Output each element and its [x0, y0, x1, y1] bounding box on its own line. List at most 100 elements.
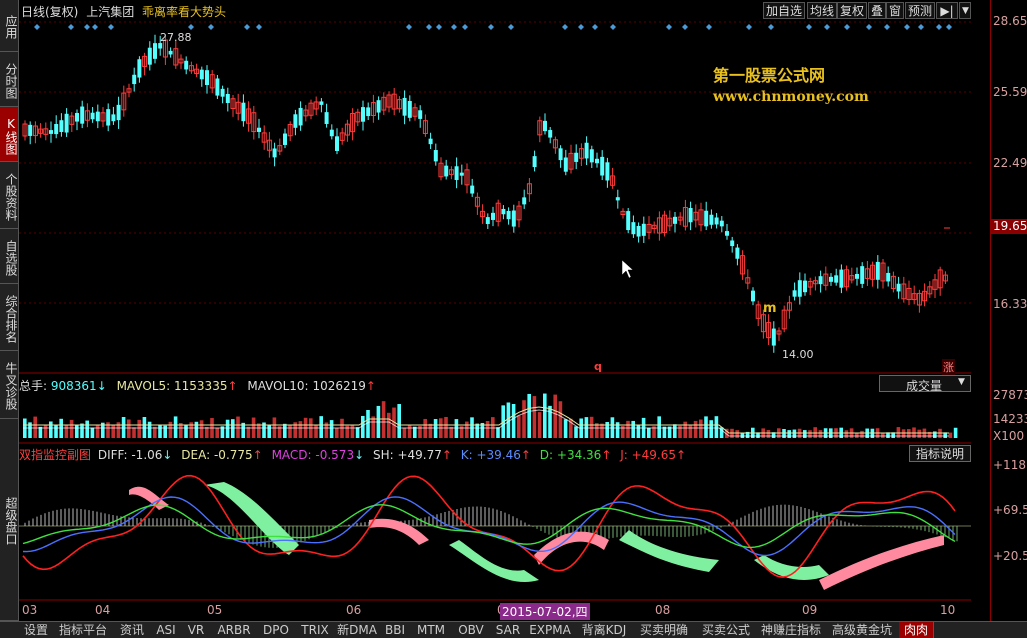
up-arrow-icon: ↑ — [601, 448, 612, 462]
candle-body — [501, 208, 506, 215]
bottom-tab[interactable]: 高级黄金坑 — [825, 622, 900, 638]
volume-bar — [69, 419, 74, 438]
signal-diamond — [592, 24, 598, 30]
x-axis-month: 10 — [940, 603, 956, 617]
bottom-tab[interactable]: 资讯 — [113, 622, 152, 638]
volume-bar — [860, 430, 864, 438]
bottom-tab[interactable]: DPO — [257, 622, 296, 638]
signal-diamond — [578, 24, 584, 30]
x-axis-month: 06 — [346, 603, 362, 617]
volume-selector[interactable]: 成交量 ▼ — [879, 375, 971, 393]
down-arrow-icon: ↓ — [96, 379, 107, 393]
ribbon-green — [204, 482, 299, 555]
candle-body — [558, 148, 563, 161]
volume-bar — [236, 416, 240, 438]
volume-bar — [80, 423, 84, 438]
ribbon-pink — [534, 531, 609, 565]
bottom-tab[interactable]: 买卖明确 — [633, 622, 696, 638]
volume-bar — [553, 394, 557, 438]
volume-bar — [194, 421, 199, 438]
sidebar-tab-ranking[interactable]: 综合排名 — [0, 284, 18, 351]
indicator-header: 双指监控副图 DIFF: -1.06↓ DEA: -0.775↑ MACD: -… — [19, 446, 686, 463]
bottom-tab-bar: 设置 指标平台 资讯 ASI VR ARBR DPO TRIX 新DMA BBI MTM OBV SAR… — [0, 621, 1027, 638]
candle-body — [719, 220, 724, 227]
bottom-tab[interactable]: BBI — [379, 622, 412, 638]
volume-bar — [402, 427, 407, 438]
volume-bar — [319, 416, 323, 438]
volume-bar — [288, 424, 292, 438]
candle-body — [220, 88, 225, 97]
volume-bar — [574, 426, 578, 438]
volume-header: 总手: 908361↓ MAVOL5: 1153335↑ MAVOL10: 10… — [19, 377, 376, 394]
sidebar-tab-app[interactable]: 应用 — [0, 0, 18, 52]
sidebar-tab-intraday[interactable]: 分时图 — [0, 52, 18, 107]
bottom-tab[interactable]: ASI — [151, 622, 182, 638]
sidebar-tab-super-panel[interactable]: 超级盘口 — [0, 419, 18, 621]
sidebar-tab-kline[interactable]: K线图 — [0, 107, 18, 162]
volume-bar — [43, 424, 48, 438]
bottom-tab[interactable]: 新DMA — [335, 622, 380, 638]
bottom-tab[interactable]: MTM — [411, 622, 452, 638]
bottom-tab[interactable]: 设置 — [19, 622, 54, 638]
bottom-tab[interactable]: 神赚庄指标 — [757, 622, 826, 638]
signal-diamond — [108, 24, 114, 30]
candle-body — [168, 50, 173, 55]
mavol10-value: 1026219 — [312, 379, 366, 393]
candle-body — [641, 223, 646, 236]
bottom-tab[interactable]: EXPMA — [525, 622, 576, 638]
x-axis-month: 03 — [22, 603, 38, 617]
candle-body — [563, 157, 568, 172]
candle-body — [319, 101, 324, 105]
volume-bar — [350, 425, 355, 438]
j-value: J: +49.65 — [620, 448, 677, 462]
volume-bar — [465, 421, 469, 438]
candle-body — [459, 172, 464, 176]
volume-bar — [64, 425, 69, 438]
bottom-tab[interactable]: 指标平台 — [53, 622, 114, 638]
volume-bar — [709, 420, 713, 438]
k-value: K: +39.46 — [460, 448, 521, 462]
volume-bar — [475, 423, 479, 438]
candle-body — [725, 231, 729, 236]
volume-bar — [33, 416, 37, 438]
volume-total-value: 908361 — [50, 379, 97, 393]
volume-bar — [787, 430, 791, 438]
indicator-help-button[interactable]: 指标说明 — [909, 445, 971, 462]
candle-body — [600, 156, 605, 176]
bottom-tab[interactable]: OBV — [451, 622, 492, 638]
volume-axis-label: 14233 — [993, 412, 1027, 426]
volume-bar — [38, 426, 43, 438]
bottom-tab[interactable]: VR — [181, 622, 212, 638]
candle-body — [574, 152, 579, 162]
chart-canvas[interactable] — [19, 0, 971, 620]
volume-bar — [511, 403, 516, 438]
sidebar-tab-stock-info[interactable]: 个股资料 — [0, 162, 18, 229]
volume-unit-label: X100 — [993, 429, 1025, 443]
signal-diamond — [84, 24, 90, 30]
bottom-tab[interactable]: 背离KDJ — [575, 622, 634, 638]
candle-body — [548, 130, 553, 138]
volume-bar — [563, 419, 568, 438]
bottom-tab[interactable]: 肉肉 — [899, 622, 934, 638]
volume-bar — [496, 427, 500, 438]
bottom-tab[interactable]: ARBR — [211, 622, 258, 638]
candle-body — [771, 328, 776, 346]
price-high-label: 27.88 — [160, 31, 192, 44]
sidebar-tab-watchlist[interactable]: 自选股 — [0, 229, 18, 284]
bottom-tab[interactable]: TRIX — [295, 622, 336, 638]
candle-body — [90, 112, 95, 120]
candle-body — [28, 124, 33, 136]
sidebar-tab-diagnosis[interactable]: 牛叉诊股 — [0, 351, 18, 419]
candle-body — [595, 158, 599, 164]
price-axis-label: 22.49 — [993, 156, 1027, 170]
volume-bar — [231, 419, 235, 438]
bottom-tab[interactable]: SAR — [491, 622, 526, 638]
right-axis: 28.65 25.59 22.49 19.65 16.33 27873 1423… — [990, 0, 1027, 621]
volume-bar — [626, 420, 630, 438]
volume-bar — [168, 421, 173, 438]
signal-diamond — [488, 24, 494, 30]
mavol10-label: MAVOL10: — [247, 379, 309, 393]
bottom-tab[interactable]: 买卖公式 — [695, 622, 758, 638]
candle-body — [59, 120, 64, 133]
volume-bar — [647, 427, 651, 438]
